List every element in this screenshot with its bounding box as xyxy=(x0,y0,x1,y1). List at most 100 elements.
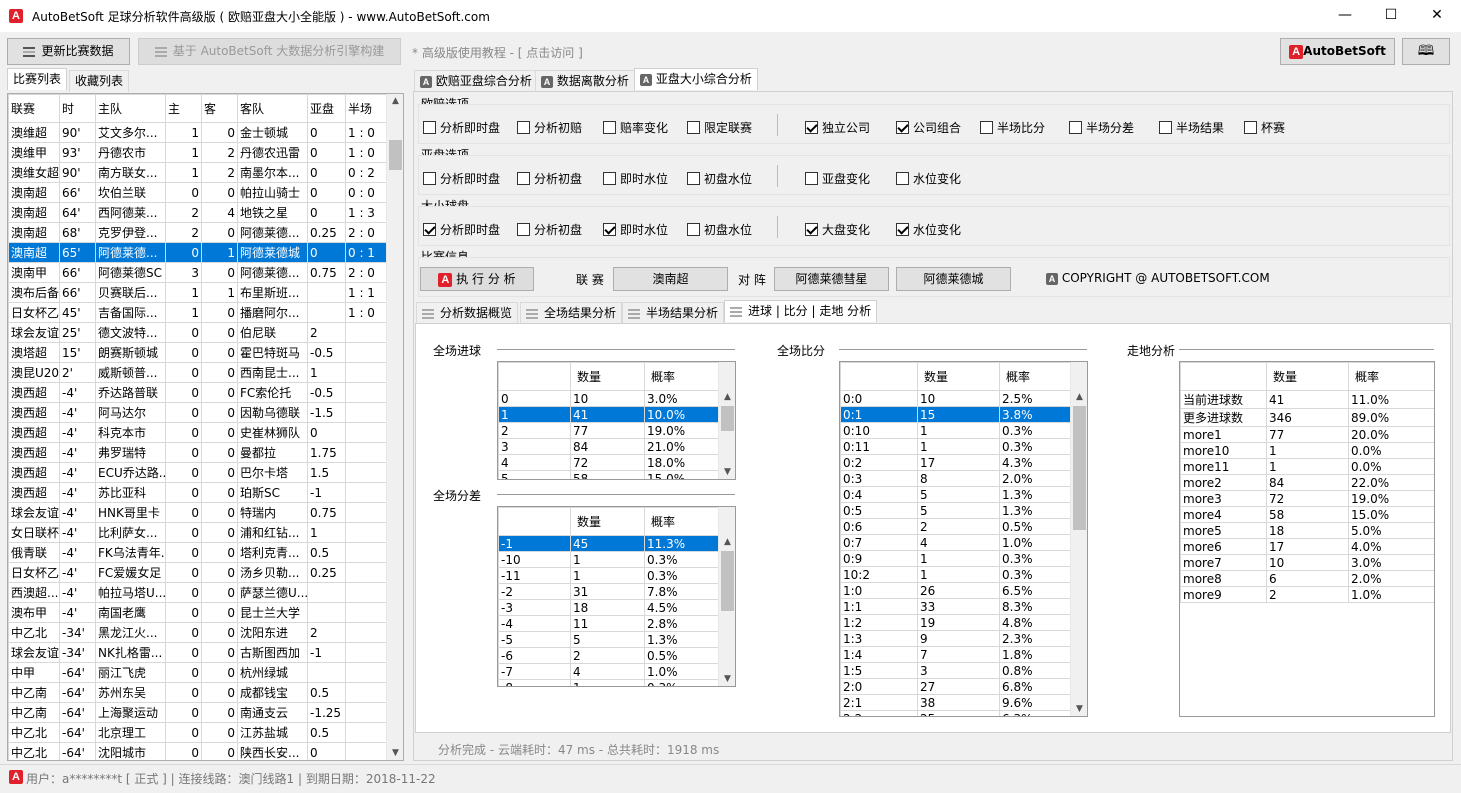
scroll-up-icon[interactable]: ▲ xyxy=(387,96,403,106)
scroll-thumb[interactable] xyxy=(389,140,402,170)
scroll-thumb[interactable] xyxy=(1073,406,1086,530)
match-row[interactable]: 澳西超 -4' 弗罗瑞特 0 0 曼都拉 1.75 xyxy=(8,442,387,463)
odds-group-checkbox[interactable]: 限定联赛 xyxy=(687,119,752,136)
tab-euro-asian[interactable]: A 欧赔亚盘综合分析 xyxy=(414,70,538,92)
grid-row[interactable]: more9 2 1.0% xyxy=(1180,586,1434,603)
tab-halftime[interactable]: 半场结果分析 xyxy=(622,302,725,324)
grid-row[interactable]: 5 58 15.0% xyxy=(498,470,720,479)
grid-row[interactable]: more7 10 3.0% xyxy=(1180,554,1434,571)
grid-row[interactable]: 0:11 1 0.3% xyxy=(840,438,1072,455)
match-row[interactable]: 中乙南 -64' 上海聚运动 0 0 南通支云 -1.25 xyxy=(8,702,387,723)
grid-row[interactable]: 0:3 8 2.0% xyxy=(840,470,1072,487)
match-row[interactable]: 西澳超... -4' 帕拉马塔U... 0 0 萨瑟兰德U... xyxy=(8,582,387,603)
minimize-button[interactable]: — xyxy=(1322,0,1368,32)
grid-scrollbar[interactable]: ▲ ▼ xyxy=(1070,362,1087,716)
match-row[interactable]: 澳维甲 93' 丹德农市 1 2 丹德农迅雷 0 1 : 0 xyxy=(8,142,387,163)
grid-row[interactable]: more8 6 2.0% xyxy=(1180,570,1434,587)
scroll-up-icon[interactable]: ▲ xyxy=(1071,392,1087,402)
grid-row[interactable]: -810.3% xyxy=(498,679,720,686)
grid-row[interactable]: more4 58 15.0% xyxy=(1180,506,1434,523)
ou-group-checkbox[interactable]: 大盘变化 xyxy=(805,221,870,238)
col-halftime[interactable]: 半场 xyxy=(345,94,387,123)
grid-row[interactable]: 0:4 5 1.3% xyxy=(840,486,1072,503)
grid-header-cell[interactable]: 概率 xyxy=(644,362,720,391)
close-button[interactable]: ✕ xyxy=(1414,0,1460,32)
grid-header-cell[interactable]: 数量 xyxy=(570,362,645,391)
asian-group-checkbox[interactable]: 分析即时盘 xyxy=(423,170,500,187)
odds-group-checkbox[interactable]: 分析即时盘 xyxy=(423,119,500,136)
league-field[interactable]: 澳南超 xyxy=(613,267,728,291)
grid-row[interactable]: -6 2 0.5% xyxy=(498,647,720,664)
ou-group-checkbox[interactable]: 初盘水位 xyxy=(687,221,752,238)
tab-overview[interactable]: 分析数据概览 xyxy=(416,302,519,324)
grid-row[interactable]: -2 31 7.8% xyxy=(498,583,720,600)
grid-header-cell[interactable] xyxy=(840,362,918,391)
scroll-thumb[interactable] xyxy=(721,551,734,611)
match-row[interactable]: 澳维女超 90' 南方联女... 1 2 南墨尔本... 0 0 : 2 xyxy=(8,162,387,183)
grid-header-cell[interactable] xyxy=(498,507,571,536)
grid-row[interactable]: 1:0 26 6.5% xyxy=(840,582,1072,599)
match-row[interactable]: 日女杯乙 45' 吉备国际... 1 0 播磨阿尔... 1 : 0 xyxy=(8,302,387,323)
col-handicap[interactable]: 亚盘 xyxy=(307,94,346,123)
odds-group-checkbox[interactable]: 赔率变化 xyxy=(603,119,668,136)
maximize-button[interactable]: ☐ xyxy=(1368,0,1414,32)
grid-row[interactable]: 0:10 1 0.3% xyxy=(840,422,1072,439)
match-row[interactable]: 中乙北 -34' 黑龙江火... 0 0 沈阳东进 2 xyxy=(8,622,387,643)
odds-group-checkbox[interactable]: 公司组合 xyxy=(896,119,961,136)
grid-row[interactable]: 更多进球数 346 89.0% xyxy=(1180,408,1434,427)
match-row[interactable]: 澳南甲 66' 阿德莱德SC 3 0 阿德莱德... 0.75 2 : 0 xyxy=(8,262,387,283)
grid-header-cell[interactable]: 概率 xyxy=(1348,362,1434,391)
odds-group-checkbox[interactable]: 分析初赔 xyxy=(517,119,582,136)
grid-row[interactable]: more10 1 0.0% xyxy=(1180,442,1434,459)
grid-row[interactable]: 2:1 38 9.6% xyxy=(840,694,1072,711)
scroll-down-icon[interactable]: ▼ xyxy=(1071,704,1087,714)
grid-row[interactable]: 0:1 15 3.8% xyxy=(840,406,1072,423)
odds-group-checkbox[interactable]: 半场比分 xyxy=(980,119,1045,136)
grid-row[interactable]: 1 41 10.0% xyxy=(498,406,720,423)
asian-group-checkbox[interactable]: 分析初盘 xyxy=(517,170,582,187)
ou-group-checkbox[interactable]: 即时水位 xyxy=(603,221,668,238)
match-row[interactable]: 澳西超 -4' 乔达路普联 0 0 FC索伦托 -0.5 xyxy=(8,382,387,403)
match-row[interactable]: 中乙北 -64' 北京理工 0 0 江苏盐城 0.5 xyxy=(8,722,387,743)
grid-row[interactable]: 0:7 4 1.0% xyxy=(840,534,1072,551)
grid-row[interactable]: 2:0 27 6.8% xyxy=(840,678,1072,695)
col-league[interactable]: 联赛 xyxy=(8,94,60,123)
grid-row[interactable]: 2:2256.3% xyxy=(840,710,1072,716)
match-row[interactable]: 澳西超 -4' 苏比亚科 0 0 珀斯SC -1 xyxy=(8,482,387,503)
asian-group-checkbox[interactable]: 亚盘变化 xyxy=(805,170,870,187)
match-row[interactable]: 澳昆U20 2' 威斯顿普... 0 0 西南昆士... 1 xyxy=(8,362,387,383)
scroll-up-icon[interactable]: ▲ xyxy=(719,392,735,402)
grid-row[interactable]: more6 17 4.0% xyxy=(1180,538,1434,555)
scroll-down-icon[interactable]: ▼ xyxy=(719,467,735,477)
match-row[interactable]: 中甲 -64' 丽江飞虎 0 0 杭州绿城 xyxy=(8,662,387,683)
col-time[interactable]: 时 xyxy=(59,94,96,123)
grid-row[interactable]: more3 72 19.0% xyxy=(1180,490,1434,507)
grid-row[interactable]: more5 18 5.0% xyxy=(1180,522,1434,539)
match-table-scrollbar[interactable]: ▲ ▼ xyxy=(386,94,403,760)
match-row[interactable]: 女日联杯 -4' 比利萨女... 0 0 浦和红钻... 1 xyxy=(8,522,387,543)
match-row[interactable]: 中乙南 -64' 苏州东吴 0 0 成都钱宝 0.5 xyxy=(8,682,387,703)
match-row[interactable]: 澳西超 -4' ECU乔达路... 0 0 巴尔卡塔 1.5 xyxy=(8,462,387,483)
grid-scrollbar[interactable]: ▲ ▼ xyxy=(718,507,735,686)
match-row[interactable]: 日女杯乙 -4' FC爱媛女足 0 0 汤乡贝勒... 0.25 xyxy=(8,562,387,583)
grid-row[interactable]: more11 1 0.0% xyxy=(1180,458,1434,475)
tab-goals-score-live[interactable]: 进球 | 比分 | 走地 分析 xyxy=(724,300,878,322)
scroll-up-icon[interactable]: ▲ xyxy=(719,537,735,547)
ou-group-checkbox[interactable]: 分析初盘 xyxy=(517,221,582,238)
col-away-score[interactable]: 客 xyxy=(201,94,238,123)
grid-row[interactable]: 1:2 19 4.8% xyxy=(840,614,1072,631)
grid-row[interactable]: 当前进球数 41 11.0% xyxy=(1180,390,1434,409)
match-row[interactable]: 澳西超 -4' 阿马达尔 0 0 因勒乌德联 -1.5 xyxy=(8,402,387,423)
ou-group-checkbox[interactable]: 水位变化 xyxy=(896,221,961,238)
grid-row[interactable]: 0:9 1 0.3% xyxy=(840,550,1072,567)
grid-row[interactable]: 1:1 33 8.3% xyxy=(840,598,1072,615)
grid-row[interactable]: -1 45 11.3% xyxy=(498,535,720,552)
match-row[interactable]: 中乙北 -64' 沈阳城市 0 0 陕西长安... 0 xyxy=(8,742,387,760)
grid-row[interactable]: 1:5 3 0.8% xyxy=(840,662,1072,679)
grid-row[interactable]: 10:2 1 0.3% xyxy=(840,566,1072,583)
grid-header-cell[interactable]: 数量 xyxy=(917,362,1000,391)
grid-row[interactable]: -3 18 4.5% xyxy=(498,599,720,616)
grid-row[interactable]: 0:0 10 2.5% xyxy=(840,390,1072,407)
match-row[interactable]: 球会友谊 -4' HNK哥里卡 0 0 特瑞内 0.75 xyxy=(8,502,387,523)
grid-row[interactable]: -7 4 1.0% xyxy=(498,663,720,680)
